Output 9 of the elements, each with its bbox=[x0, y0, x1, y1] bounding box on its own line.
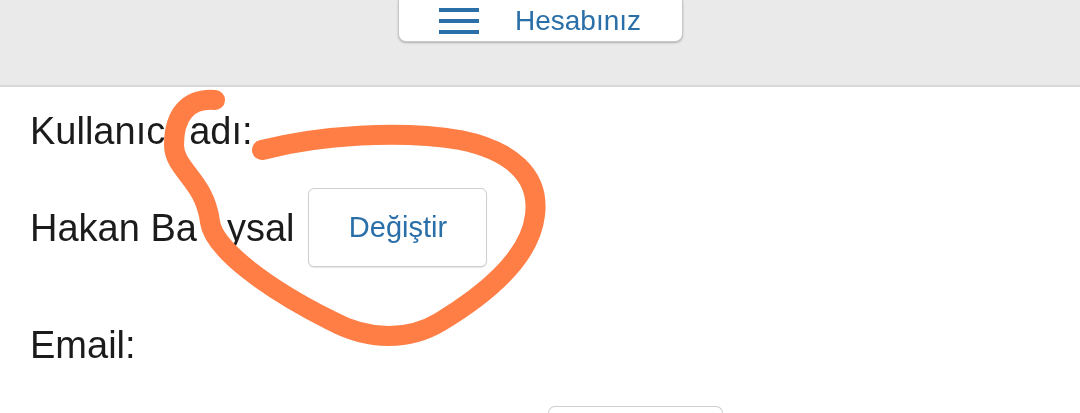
field-label: Kullanıc bbox=[30, 109, 166, 154]
menu-button[interactable]: Hesabınız bbox=[397, 0, 683, 42]
field-value: Hakan Ba bbox=[30, 205, 197, 251]
partial-button[interactable] bbox=[548, 406, 723, 413]
field-label: Email: bbox=[30, 323, 136, 368]
menu-icon bbox=[438, 7, 479, 34]
field-value: ysal bbox=[226, 205, 295, 251]
field-label: adı: bbox=[189, 109, 253, 154]
change-button[interactable]: Değiştir bbox=[308, 188, 488, 267]
